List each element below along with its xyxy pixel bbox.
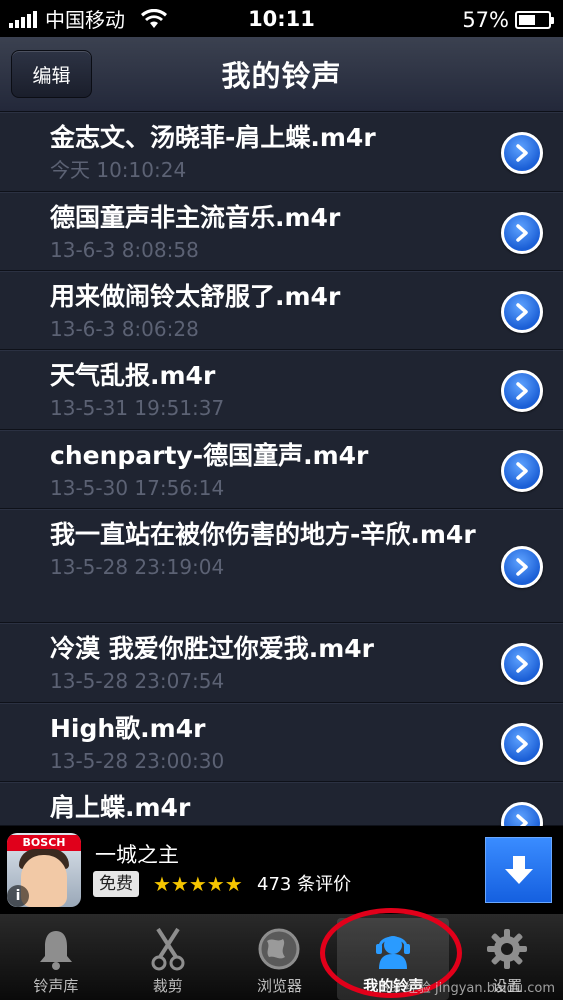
ringtone-date: 13-5-28 23:19:04 xyxy=(50,555,225,579)
list-item[interactable]: 我一直站在被你伤害的地方-辛欣.m4r 13-5-28 23:19:04 xyxy=(0,509,563,623)
ringtone-title: 金志文、汤晓菲-肩上蝶.m4r xyxy=(50,123,376,152)
ringtone-title: 天气乱报.m4r xyxy=(50,361,216,390)
list-item[interactable]: 用来做闹铃太舒服了.m4r 13-6-3 8:06:28 xyxy=(0,271,563,350)
detail-disclosure-button[interactable] xyxy=(501,546,543,588)
chevron-right-icon xyxy=(516,814,528,826)
list-item[interactable]: 德国童声非主流音乐.m4r 13-6-3 8:08:58 xyxy=(0,192,563,271)
ringtone-date: 13-6-3 8:06:28 xyxy=(50,317,199,341)
info-icon[interactable]: i xyxy=(7,885,29,907)
ringtone-list[interactable]: 金志文、汤晓菲-肩上蝶.m4r 今天 10:10:24 德国童声非主流音乐.m4r 1… xyxy=(0,112,563,826)
download-arrow-icon xyxy=(504,856,533,884)
ad-review-count: 473 条评价 xyxy=(257,874,352,895)
ad-title: 一城之主 xyxy=(95,843,179,867)
list-item[interactable]: High歌.m4r 13-5-28 23:00:30 xyxy=(0,703,563,782)
detail-disclosure-button[interactable] xyxy=(501,132,543,174)
detail-disclosure-button[interactable] xyxy=(501,802,543,826)
ringtone-date: 13-5-30 17:56:14 xyxy=(50,476,225,500)
carrier-name: 中国移动 xyxy=(45,8,125,32)
watermark: Bai 经验 jingyan.baidu.com xyxy=(380,981,555,996)
gear-icon xyxy=(484,926,530,972)
headphones-icon xyxy=(370,926,416,972)
tab-trim[interactable]: 裁剪 xyxy=(112,914,224,1000)
ringtone-title: 肩上蝶.m4r xyxy=(50,793,191,822)
tab-ringtone-library[interactable]: 铃声库 xyxy=(0,914,112,1000)
edit-button[interactable]: 编辑 xyxy=(11,50,92,98)
chevron-right-icon xyxy=(516,734,528,753)
ad-banner[interactable]: BOSCH i 一城之主 免费 ★★★★★ 473 条评价 xyxy=(0,826,563,914)
bell-icon xyxy=(33,926,79,972)
detail-disclosure-button[interactable] xyxy=(501,370,543,412)
ringtone-date: 13-5-28 23:07:54 xyxy=(50,669,225,693)
ringtone-date: 今天 10:10:24 xyxy=(50,158,187,182)
ringtone-title: 我一直站在被你伤害的地方-辛欣.m4r xyxy=(50,520,476,549)
detail-disclosure-button[interactable] xyxy=(501,211,543,254)
navigation-bar: 编辑 我的铃声 xyxy=(0,37,563,112)
page-title: 我的铃声 xyxy=(221,59,342,93)
ringtone-title: 冷漠 我爱你胜过你爱我.m4r xyxy=(50,634,374,663)
chevron-right-icon xyxy=(516,558,528,576)
ringtone-title: 用来做闹铃太舒服了.m4r xyxy=(50,282,341,311)
ad-app-icon[interactable]: BOSCH i xyxy=(7,833,81,907)
wifi-icon xyxy=(141,8,167,29)
chevron-right-icon xyxy=(516,223,528,242)
ringtone-date: 13-6-3 8:08:58 xyxy=(50,238,199,262)
chevron-right-icon xyxy=(516,461,528,480)
tab-browser[interactable]: 浏览器 xyxy=(224,914,336,1000)
detail-disclosure-button[interactable] xyxy=(501,643,543,685)
ringtone-title: 德国童声非主流音乐.m4r xyxy=(50,203,341,232)
list-item[interactable]: 金志文、汤晓菲-肩上蝶.m4r 今天 10:10:24 xyxy=(0,112,563,192)
chevron-right-icon xyxy=(516,655,528,673)
ad-rating-stars: ★★★★★ xyxy=(153,872,243,896)
download-button[interactable] xyxy=(485,837,552,903)
ad-price-badge: 免费 xyxy=(93,871,139,897)
list-item[interactable]: 肩上蝶.m4r xyxy=(0,782,563,826)
chevron-right-icon xyxy=(516,302,528,321)
detail-disclosure-button[interactable] xyxy=(501,722,543,765)
signal-strength-icon xyxy=(9,10,37,28)
list-item[interactable]: 天气乱报.m4r 13-5-31 19:51:37 xyxy=(0,350,563,430)
detail-disclosure-button[interactable] xyxy=(501,449,543,492)
ringtone-date: 13-5-28 23:00:30 xyxy=(50,749,225,773)
chevron-right-icon xyxy=(516,382,528,400)
list-item[interactable]: 冷漠 我爱你胜过你爱我.m4r 13-5-28 23:07:54 xyxy=(0,623,563,703)
battery-icon xyxy=(515,11,554,29)
status-bar: 中国移动 10:11 57% xyxy=(0,0,563,37)
scissors-icon xyxy=(145,926,191,972)
ringtone-title: chenparty-德国童声.m4r xyxy=(50,441,369,470)
detail-disclosure-button[interactable] xyxy=(501,290,543,333)
ringtone-date: 13-5-31 19:51:37 xyxy=(50,396,225,420)
globe-icon xyxy=(256,926,302,972)
battery-percent: 57% xyxy=(462,8,509,32)
chevron-right-icon xyxy=(516,144,528,162)
ringtone-title: High歌.m4r xyxy=(50,714,206,743)
list-item[interactable]: chenparty-德国童声.m4r 13-5-30 17:56:14 xyxy=(0,430,563,509)
